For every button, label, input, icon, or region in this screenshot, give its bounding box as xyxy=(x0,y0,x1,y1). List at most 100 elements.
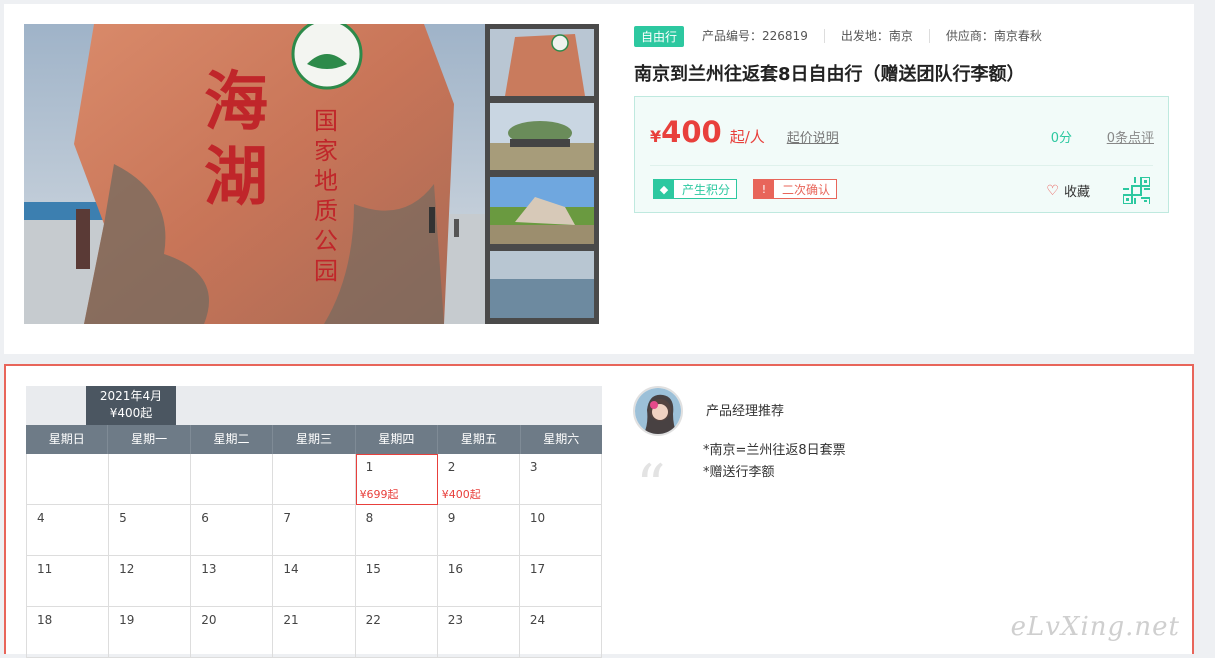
month-tab-current[interactable]: 2021年4月 ¥400起 xyxy=(86,386,176,425)
confirm-tag: ! 二次确认 xyxy=(753,179,838,199)
stone-vchar-6: 园 xyxy=(314,257,338,285)
weekday-label: 星期六 xyxy=(543,432,580,446)
calendar-day-cell: 3 xyxy=(519,454,602,505)
calendar-day-cell[interactable]: 1 ¥699起 xyxy=(355,454,438,505)
day-number: 14 xyxy=(283,562,299,576)
day-number: 20 xyxy=(201,613,217,627)
calendar-day-cell: 20 xyxy=(191,607,274,658)
month-min-price: ¥400起 xyxy=(109,406,153,420)
calendar-empty-cell xyxy=(273,454,356,505)
day-number: 10 xyxy=(529,511,546,525)
main-photo[interactable]: 海 湖 国 家 地 质 公 园 xyxy=(24,24,485,324)
price-explanation-link[interactable]: 起价说明 xyxy=(787,127,839,146)
thumbnail-1[interactable] xyxy=(490,29,594,96)
points-tag-label: 产生积分 xyxy=(682,182,731,197)
product-meta-row: 自由行 产品编号：226819 出发地：南京 供应商：南京春秋 xyxy=(634,25,1174,47)
weekday-header: 星期日 星期一 星期二 星期三 星期四 星期五 星期六 xyxy=(26,425,602,454)
calendar-week-row: 18 19 20 21 22 23 24 xyxy=(26,607,602,658)
calendar-day-cell: 17 xyxy=(519,556,602,607)
reviews-link[interactable]: 0条点评 xyxy=(1107,127,1154,146)
calendar-day-cell: 18 xyxy=(26,607,110,658)
diamond-icon: ◆ xyxy=(654,180,674,198)
calendar-day-cell: 19 xyxy=(109,607,192,658)
watermark: eLvXing.net xyxy=(1010,612,1180,642)
day-number: 19 xyxy=(119,613,135,627)
weekday-label: 星期三 xyxy=(273,425,356,454)
weekday-label: 星期一 xyxy=(108,425,191,454)
day-number: 8 xyxy=(365,511,374,525)
stone-vchar-5: 公 xyxy=(314,227,338,255)
points-tag: ◆ 产生积分 xyxy=(653,179,738,199)
day-price: ¥699起 xyxy=(359,488,399,501)
divider xyxy=(650,165,1153,166)
day-number: 9 xyxy=(447,511,456,525)
product-title: 南京到兰州往返套8日自由行（赠送团队行李额） xyxy=(634,64,1025,85)
manager-note: *南京=兰州往返8日套票 xyxy=(703,443,846,458)
calendar-empty-cell xyxy=(109,454,192,505)
day-number: 12 xyxy=(119,562,135,576)
thumbnail-4[interactable] xyxy=(490,251,594,318)
thumbnail-2[interactable] xyxy=(490,103,594,170)
calendar-grid: 1 ¥699起 2 ¥400起 3 4 5 6 7 8 9 10 11 12 13 14 15 16 17 18 19 2… xyxy=(26,454,602,658)
day-number: 22 xyxy=(365,613,381,627)
day-number: 21 xyxy=(283,613,299,627)
calendar-day-cell[interactable]: 2 ¥400起 xyxy=(437,454,520,505)
stone-char-1: 海 xyxy=(204,65,268,140)
quote-icon: “ xyxy=(636,452,666,520)
thumbnail-3[interactable] xyxy=(490,177,594,244)
calendar-day-cell: 8 xyxy=(355,505,438,556)
calendar-day-cell: 16 xyxy=(437,556,520,607)
price-unit: 起/人 xyxy=(729,128,765,146)
calendar-day-cell: 13 xyxy=(191,556,274,607)
calendar-day-cell: 22 xyxy=(355,607,438,658)
calendar-empty-cell xyxy=(26,454,110,505)
calendar-day-cell: 11 xyxy=(26,556,110,607)
month-label: 2021年4月 xyxy=(99,389,163,403)
day-number: 24 xyxy=(529,613,546,627)
qr-code-icon[interactable] xyxy=(1122,176,1151,205)
price-value: 400 xyxy=(661,115,722,149)
calendar-day-cell: 23 xyxy=(437,607,520,658)
currency-symbol: ¥ xyxy=(650,127,662,146)
favorite-button[interactable]: ♡ 收藏 xyxy=(1046,181,1090,201)
day-number: 3 xyxy=(529,460,538,474)
weekday-label: 星期二 xyxy=(191,425,274,454)
calendar-day-cell: 9 xyxy=(437,505,520,556)
price-row: ¥ 400 起/人 起价说明 xyxy=(650,115,839,149)
stone-vchar-2: 家 xyxy=(314,137,338,165)
manager-notes: *南京=兰州往返8日套票 *赠送行李额 xyxy=(703,440,846,484)
product-code: 产品编号：226819 xyxy=(702,29,825,43)
day-number: 16 xyxy=(447,562,463,576)
calendar-day-cell: 24 xyxy=(519,607,602,658)
stone-char-2: 湖 xyxy=(204,140,268,215)
favorite-label: 收藏 xyxy=(1063,185,1090,200)
calendar-day-cell: 7 xyxy=(273,505,356,556)
weekday-label: 星期五 xyxy=(438,425,521,454)
lake-stone-photo: 海 湖 国 家 地 质 公 园 xyxy=(24,24,485,324)
price-box: ¥ 400 起/人 起价说明 0分 0条点评 ◆ 产生积分 ! 二次确认 ♡ 收… xyxy=(634,96,1169,213)
day-price: ¥400起 xyxy=(441,488,481,501)
departure-city: 出发地：南京 xyxy=(841,29,930,43)
calendar-day-cell: 10 xyxy=(519,505,602,556)
type-badge: 自由行 xyxy=(634,25,685,47)
calendar-week-row: 11 12 13 14 15 16 17 xyxy=(26,556,602,607)
calendar-week-row: 1 ¥699起 2 ¥400起 3 xyxy=(26,454,602,505)
product-summary-panel: 海 湖 国 家 地 质 公 园 自由行 产品编号：226819 出发地：南京 供… xyxy=(4,4,1194,354)
calendar-day-cell: 4 xyxy=(26,505,110,556)
weekday-label: 星期四 xyxy=(356,425,439,454)
day-number: 13 xyxy=(201,562,217,576)
weekday-label: 星期日 xyxy=(26,425,109,454)
calendar-week-row: 4 5 6 7 8 9 10 xyxy=(26,505,602,556)
day-number: 23 xyxy=(447,613,463,627)
day-number: 17 xyxy=(529,562,546,576)
day-number: 18 xyxy=(37,613,53,627)
calendar-day-cell: 14 xyxy=(273,556,356,607)
thumbnail-strip xyxy=(485,24,599,324)
calendar-day-cell: 15 xyxy=(355,556,438,607)
day-number: 1 xyxy=(365,460,374,474)
calendar-month-bar: 2021年4月 ¥400起 xyxy=(26,386,602,425)
stone-vchar-1: 国 xyxy=(314,107,338,135)
product-info: 自由行 产品编号：226819 出发地：南京 供应商：南京春秋 南京到兰州往返套… xyxy=(634,25,1174,213)
avatar xyxy=(633,386,683,436)
rating-score: 0分 xyxy=(1050,131,1072,146)
